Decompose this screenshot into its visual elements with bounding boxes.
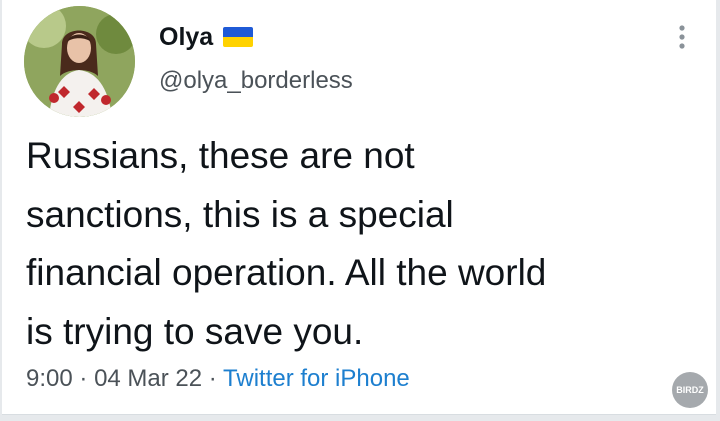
meta-separator: · [208,365,217,392]
tweet-text: Russians, these are not sanctions, this … [26,127,696,361]
avatar[interactable] [24,6,135,117]
tweet-text-line: financial operation. All the world [26,252,547,293]
avatar-image [24,6,135,117]
watermark-logo: BIRDZ [672,372,708,408]
tweet-time[interactable]: 9:00 [26,365,73,392]
tweet-source-link[interactable]: Twitter for iPhone [223,365,410,392]
ukraine-flag-icon [223,27,254,47]
tweet-text-line: Russians, these are not [26,135,415,176]
tweet-date[interactable]: 04 Mar 22 [94,365,202,392]
author-handle[interactable]: @olya_borderless [159,66,353,96]
more-options-icon[interactable] [675,20,689,54]
tweet-text-line: is trying to save you. [26,310,364,352]
watermark-text: BIRDZ [676,385,704,395]
author-display-name[interactable]: Olya [159,20,213,54]
author-name-row: Olya [159,20,254,54]
meta-separator: · [79,365,88,392]
tweet-text-line: sanctions, this is a special [26,193,454,235]
tweet-metadata: 9:00 · 04 Mar 22 · Twitter for iPhone [26,362,410,396]
tweet-card: Olya @olya_borderless Russians, these ar… [2,0,716,415]
